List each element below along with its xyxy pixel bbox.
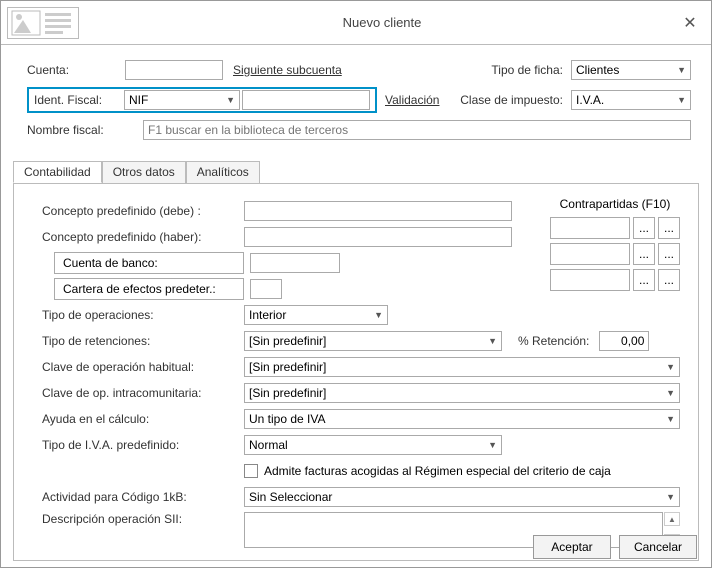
contrapartidas-panel: Contrapartidas (F10) ...... ...... .....… (550, 197, 680, 295)
pct-retencion-input[interactable] (599, 331, 649, 351)
accept-button[interactable]: Aceptar (533, 535, 611, 559)
top-form: Cuenta: Siguiente subcuenta Tipo de fich… (1, 45, 711, 155)
ident-fiscal-value: NIF (129, 93, 148, 107)
tipo-retenciones-select[interactable]: [Sin predefinir]▼ (244, 331, 502, 351)
clase-impuesto-label: Clase de impuesto: (460, 93, 563, 107)
scroll-up-icon[interactable]: ▲ (664, 512, 680, 526)
ellipsis-button[interactable]: ... (658, 243, 680, 265)
nombre-fiscal-label: Nombre fiscal: (27, 123, 143, 137)
chevron-down-icon: ▼ (374, 310, 383, 320)
criterio-caja-checkbox[interactable] (244, 464, 258, 478)
tab-body: Contrapartidas (F10) ...... ...... .....… (14, 183, 698, 560)
concepto-haber-label: Concepto predefinido (haber): (42, 230, 244, 244)
tipo-operaciones-label: Tipo de operaciones: (42, 308, 244, 322)
actividad-1kb-label: Actividad para Código 1kB: (42, 490, 244, 504)
ident-fiscal-label: Ident. Fiscal: (30, 93, 124, 107)
clave-intra-select[interactable]: [Sin predefinir]▼ (244, 383, 680, 403)
ayuda-calculo-select[interactable]: Un tipo de IVA▼ (244, 409, 680, 429)
clave-habitual-label: Clave de operación habitual: (42, 360, 244, 374)
ayuda-calculo-label: Ayuda en el cálculo: (42, 412, 244, 426)
contrapartida-slot[interactable] (550, 217, 630, 239)
chevron-down-icon: ▼ (666, 492, 675, 502)
ellipsis-button[interactable]: ... (658, 269, 680, 291)
close-icon[interactable]: ✕ (675, 8, 705, 38)
window-icon (7, 7, 79, 39)
ellipsis-button[interactable]: ... (658, 217, 680, 239)
validacion-link[interactable]: Validación (385, 93, 439, 107)
ellipsis-button[interactable]: ... (633, 217, 655, 239)
concepto-debe-label: Concepto predefinido (debe) : (42, 204, 244, 218)
tab-analiticos[interactable]: Analíticos (186, 161, 260, 183)
tabs-container: Contabilidad Otros datos Analíticos Cont… (13, 183, 699, 561)
window-title: Nuevo cliente (89, 15, 675, 30)
cuenta-banco-button[interactable]: Cuenta de banco: (54, 252, 244, 274)
ellipsis-button[interactable]: ... (633, 269, 655, 291)
footer: Aceptar Cancelar (533, 535, 697, 559)
tipo-ficha-value: Clientes (576, 63, 619, 77)
chevron-down-icon: ▼ (226, 95, 235, 105)
tipo-ficha-select[interactable]: Clientes ▼ (571, 60, 691, 80)
cartera-efectos-button[interactable]: Cartera de efectos predeter.: (54, 278, 244, 300)
chevron-down-icon: ▼ (488, 336, 497, 346)
iva-predefinido-label: Tipo de I.V.A. predefinido: (42, 438, 244, 452)
cartera-efectos-input[interactable] (250, 279, 282, 299)
titlebar: Nuevo cliente ✕ (1, 1, 711, 45)
tipo-retenciones-label: Tipo de retenciones: (42, 334, 244, 348)
tab-otros-datos[interactable]: Otros datos (102, 161, 186, 183)
chevron-down-icon: ▼ (666, 362, 675, 372)
pct-retencion-label: % Retención: (518, 334, 589, 348)
chevron-down-icon: ▼ (666, 414, 675, 424)
tab-contabilidad[interactable]: Contabilidad (13, 161, 102, 183)
ident-fiscal-select[interactable]: NIF ▼ (124, 90, 240, 110)
cuenta-label: Cuenta: (27, 63, 125, 77)
contrapartidas-header: Contrapartidas (F10) (550, 197, 680, 211)
concepto-haber-input[interactable] (244, 227, 512, 247)
cuenta-banco-input[interactable] (250, 253, 340, 273)
tipo-operaciones-select[interactable]: Interior▼ (244, 305, 388, 325)
tabstrip: Contabilidad Otros datos Analíticos (13, 161, 260, 183)
iva-predefinido-select[interactable]: Normal▼ (244, 435, 502, 455)
actividad-1kb-select[interactable]: Sin Seleccionar▼ (244, 487, 680, 507)
contrapartida-slot[interactable] (550, 269, 630, 291)
chevron-down-icon: ▼ (488, 440, 497, 450)
desc-sii-label: Descripción operación SII: (42, 512, 244, 526)
clave-intra-label: Clave de op. intracomunitaria: (42, 386, 244, 400)
clase-impuesto-value: I.V.A. (576, 93, 604, 107)
nombre-fiscal-input[interactable] (143, 120, 691, 140)
contrapartida-slot[interactable] (550, 243, 630, 265)
chevron-down-icon: ▼ (677, 95, 686, 105)
cancel-button[interactable]: Cancelar (619, 535, 697, 559)
siguiente-subcuenta-link[interactable]: Siguiente subcuenta (233, 63, 342, 77)
chevron-down-icon: ▼ (666, 388, 675, 398)
cuenta-input[interactable] (125, 60, 223, 80)
concepto-debe-input[interactable] (244, 201, 512, 221)
criterio-caja-label: Admite facturas acogidas al Régimen espe… (264, 464, 611, 478)
clave-habitual-select[interactable]: [Sin predefinir]▼ (244, 357, 680, 377)
chevron-down-icon: ▼ (677, 65, 686, 75)
ellipsis-button[interactable]: ... (633, 243, 655, 265)
ident-fiscal-input[interactable] (242, 90, 370, 110)
ident-fiscal-group: Ident. Fiscal: NIF ▼ (27, 87, 377, 113)
clase-impuesto-select[interactable]: I.V.A. ▼ (571, 90, 691, 110)
tipo-ficha-label: Tipo de ficha: (491, 63, 563, 77)
